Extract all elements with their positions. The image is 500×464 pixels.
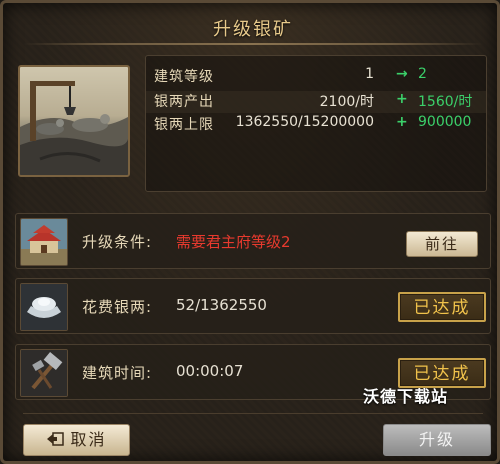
requirement-row-silver: 花费银两: 52/1362550 已达成: [15, 278, 491, 334]
requirement-value: 52/1362550: [176, 296, 267, 314]
dialog-title: 升级银矿: [213, 19, 293, 40]
completed-badge: 已达成: [398, 292, 486, 322]
stat-label: 银两产出: [154, 94, 214, 110]
arrow-right-icon: →: [396, 66, 408, 82]
requirement-row-condition: 升级条件: 需要君主府等级2 前往: [15, 213, 491, 269]
watermark-text: 沃德下载站: [363, 387, 449, 406]
requirement-label: 升级条件:: [82, 233, 153, 251]
requirement-label: 花费银两:: [82, 298, 153, 316]
stat-current: 2100/时: [319, 94, 374, 110]
upgrade-dialog: 升级银矿 建筑等级 1 → 2 银两产出 2100/时 + 1560/时 银两上…: [0, 0, 500, 464]
stat-current: 1362550/15200000: [235, 114, 374, 130]
upgrade-button[interactable]: 升级: [383, 424, 491, 456]
stat-label: 银两上限: [154, 117, 214, 133]
stat-row-capacity: 银两上限 1362550/15200000 + 900000: [146, 114, 486, 136]
back-arrow-icon: [46, 426, 65, 456]
silver-mine-image: [18, 65, 130, 177]
requirement-label: 建筑时间:: [82, 364, 153, 382]
cancel-label: 取消: [70, 430, 107, 449]
stat-next: 900000: [418, 114, 472, 130]
palace-icon: [20, 218, 68, 266]
stat-current: 1: [365, 66, 374, 82]
title-divider: [23, 43, 483, 45]
stat-row-output: 银两产出 2100/时 + 1560/时: [146, 91, 486, 113]
stat-next: 1560/时: [418, 94, 473, 110]
requirement-value: 需要君主府等级2: [176, 233, 291, 251]
cancel-button[interactable]: 取消: [23, 424, 130, 456]
plus-icon: +: [396, 91, 408, 107]
plus-icon: +: [396, 114, 408, 130]
silver-ingot-icon: [20, 283, 68, 331]
stat-label: 建筑等级: [154, 69, 214, 85]
stat-next: 2: [418, 66, 427, 82]
stat-row-level: 建筑等级 1 → 2: [146, 66, 486, 88]
upgrade-stats-panel: 建筑等级 1 → 2 银两产出 2100/时 + 1560/时 银两上限 136…: [145, 55, 487, 192]
go-button[interactable]: 前往: [406, 231, 478, 257]
requirement-value: 00:00:07: [176, 362, 244, 380]
footer-divider: [23, 413, 483, 414]
hammer-icon: [20, 349, 68, 397]
